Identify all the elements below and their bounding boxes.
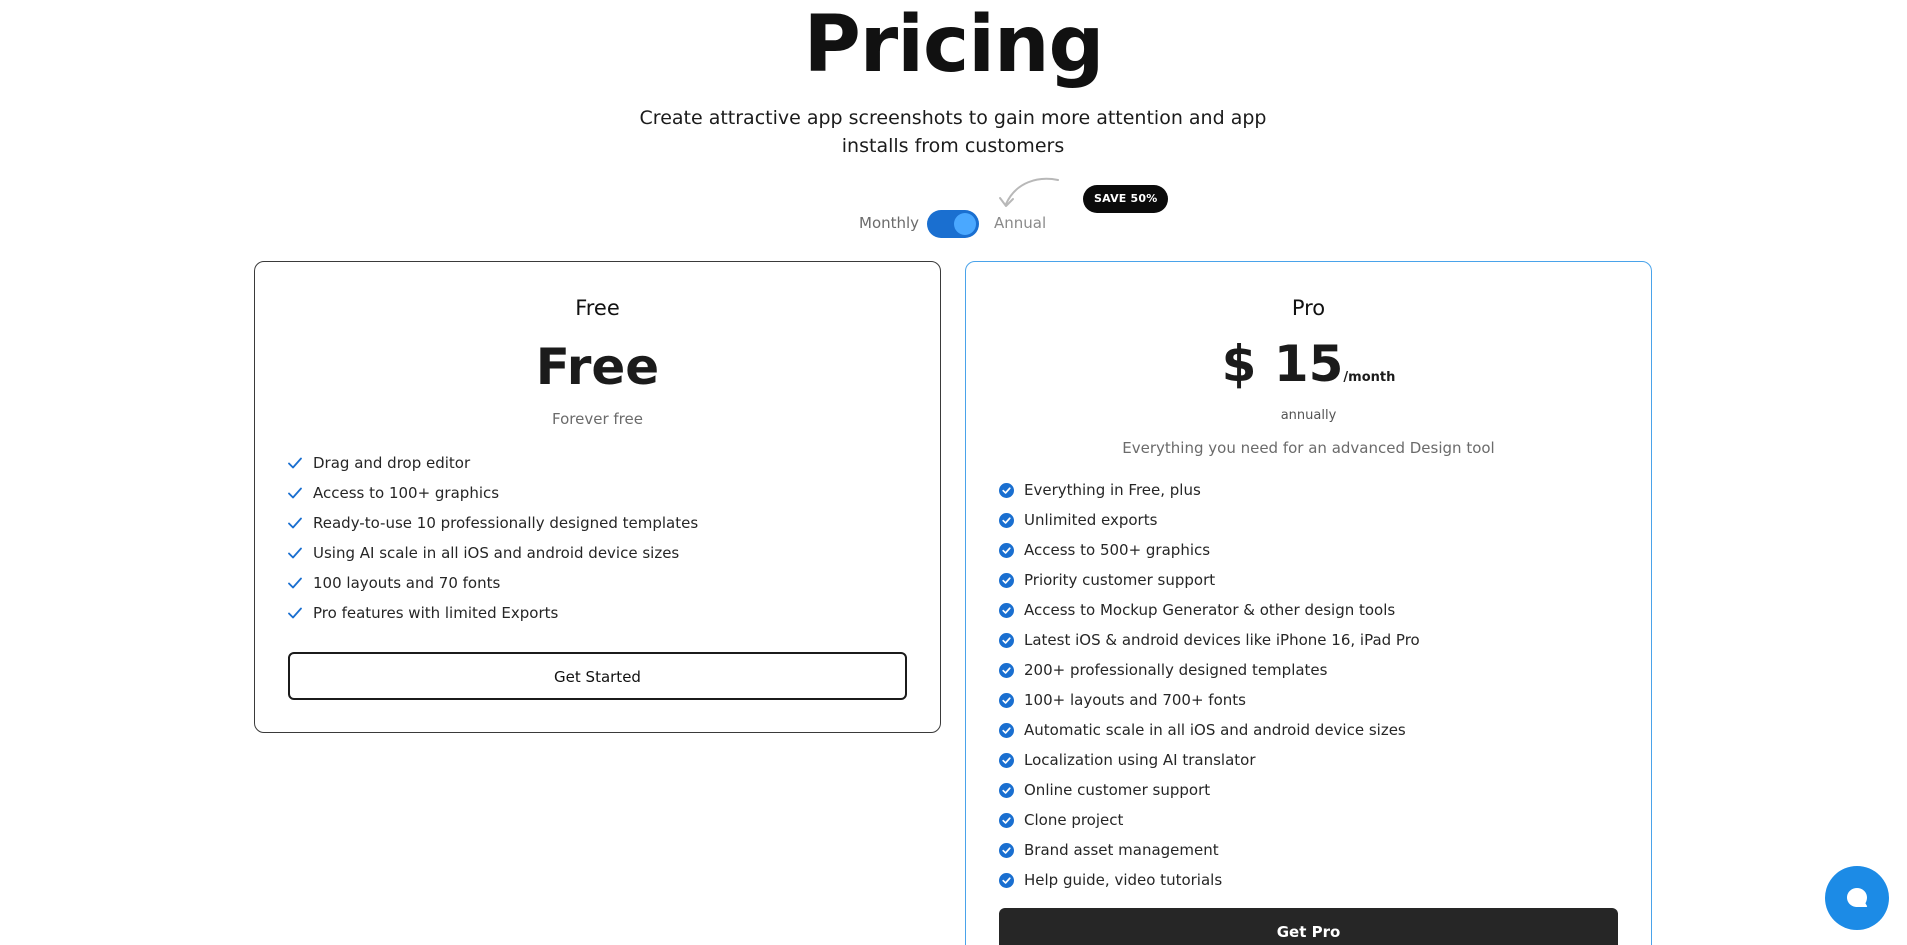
pro-billing-note: annually xyxy=(1280,408,1337,423)
check-icon xyxy=(288,457,302,469)
free-plan-note: Forever free xyxy=(552,410,643,428)
check-icon xyxy=(288,517,302,529)
check-icon xyxy=(288,487,302,499)
feature-item: Clone project xyxy=(999,805,1651,835)
feature-label: Localization using AI translator xyxy=(1024,751,1256,769)
check-circle-icon xyxy=(999,872,1014,888)
page-subtitle: Create attractive app screenshots to gai… xyxy=(639,107,1267,157)
pro-plan-description: Everything you need for an advanced Desi… xyxy=(1122,439,1495,457)
check-circle-icon xyxy=(999,602,1014,618)
feature-item: Priority customer support xyxy=(999,565,1651,595)
feature-item: Using AI scale in all iOS and android de… xyxy=(288,538,940,568)
feature-label: 200+ professionally designed templates xyxy=(1024,661,1328,679)
chat-bubble-icon xyxy=(1847,888,1868,907)
feature-item: Drag and drop editor xyxy=(288,448,940,478)
get-pro-button[interactable]: Get Pro xyxy=(999,908,1618,945)
pricing-page: Pricing Create attractive app screenshot… xyxy=(0,0,1907,945)
free-plan-card: Free Free Forever free Drag and drop edi… xyxy=(254,261,941,733)
page-title: Pricing xyxy=(803,0,1105,90)
check-circle-icon xyxy=(999,482,1014,498)
check-circle-icon xyxy=(999,692,1014,708)
annual-label[interactable]: Annual xyxy=(994,214,1046,232)
check-circle-icon xyxy=(999,752,1014,768)
feature-item: 100 layouts and 70 fonts xyxy=(288,568,940,598)
monthly-label[interactable]: Monthly xyxy=(859,214,919,232)
check-circle-icon xyxy=(999,842,1014,858)
free-plan-name: Free xyxy=(575,296,620,320)
feature-item: Online customer support xyxy=(999,775,1651,805)
feature-item: Access to 100+ graphics xyxy=(288,478,940,508)
free-feature-list: Drag and drop editor Access to 100+ grap… xyxy=(255,448,940,628)
pro-plan-card: Pro $ 15/month annually Everything you n… xyxy=(965,261,1652,945)
check-circle-icon xyxy=(999,572,1014,588)
check-circle-icon xyxy=(999,722,1014,738)
check-icon xyxy=(288,607,302,619)
feature-label: Access to Mockup Generator & other desig… xyxy=(1024,601,1396,619)
check-circle-icon xyxy=(999,662,1014,678)
feature-label: Clone project xyxy=(1024,811,1124,829)
feature-item: Brand asset management xyxy=(999,835,1651,865)
check-circle-icon xyxy=(999,512,1014,528)
feature-label: Drag and drop editor xyxy=(313,454,471,472)
feature-label: Pro features with limited Exports xyxy=(313,604,559,622)
check-icon xyxy=(288,547,302,559)
curved-arrow-icon xyxy=(999,177,1059,207)
check-circle-icon xyxy=(999,812,1014,828)
check-icon xyxy=(288,577,302,589)
feature-item: Ready-to-use 10 professionally designed … xyxy=(288,508,940,538)
feature-label: 100+ layouts and 700+ fonts xyxy=(1024,691,1246,709)
feature-item: Automatic scale in all iOS and android d… xyxy=(999,715,1651,745)
feature-item: Everything in Free, plus xyxy=(999,475,1651,505)
feature-label: Automatic scale in all iOS and android d… xyxy=(1024,721,1406,739)
check-circle-icon xyxy=(999,632,1014,648)
feature-label: Latest iOS & android devices like iPhone… xyxy=(1024,631,1420,649)
feature-label: Using AI scale in all iOS and android de… xyxy=(313,544,680,562)
feature-label: Access to 500+ graphics xyxy=(1024,541,1211,559)
feature-item: Help guide, video tutorials xyxy=(999,865,1651,895)
feature-label: Priority customer support xyxy=(1024,571,1216,589)
chat-button[interactable] xyxy=(1825,866,1889,930)
toggle-knob xyxy=(954,213,976,235)
billing-period-toggle[interactable] xyxy=(927,210,979,238)
billing-toggle-row: Monthly Annual xyxy=(0,210,1907,250)
feature-label: Everything in Free, plus xyxy=(1024,481,1201,499)
feature-item: 200+ professionally designed templates xyxy=(999,655,1651,685)
feature-item: Unlimited exports xyxy=(999,505,1651,535)
check-circle-icon xyxy=(999,782,1014,798)
feature-item: Latest iOS & android devices like iPhone… xyxy=(999,625,1651,655)
feature-item: Pro features with limited Exports xyxy=(288,598,940,628)
pro-plan-price: $ 15 xyxy=(1221,335,1344,393)
pro-price-row: $ 15/month xyxy=(966,336,1651,406)
pro-feature-list: Everything in Free, plus Unlimited expor… xyxy=(966,475,1651,895)
feature-label: Brand asset management xyxy=(1024,841,1219,859)
check-circle-icon xyxy=(999,542,1014,558)
feature-label: Online customer support xyxy=(1024,781,1211,799)
pro-plan-period: /month xyxy=(1343,370,1396,385)
feature-label: 100 layouts and 70 fonts xyxy=(313,574,501,592)
save-badge: SAVE 50% xyxy=(1083,185,1169,213)
feature-item: Access to 500+ graphics xyxy=(999,535,1651,565)
feature-label: Ready-to-use 10 professionally designed … xyxy=(313,514,699,532)
feature-label: Unlimited exports xyxy=(1024,511,1158,529)
feature-item: Localization using AI translator xyxy=(999,745,1651,775)
get-started-button[interactable]: Get Started xyxy=(288,652,907,700)
free-plan-price: Free xyxy=(535,338,660,396)
feature-item: 100+ layouts and 700+ fonts xyxy=(999,685,1651,715)
feature-label: Help guide, video tutorials xyxy=(1024,871,1223,889)
feature-item: Access to Mockup Generator & other desig… xyxy=(999,595,1651,625)
feature-label: Access to 100+ graphics xyxy=(313,484,500,502)
pro-plan-name: Pro xyxy=(1291,296,1326,320)
